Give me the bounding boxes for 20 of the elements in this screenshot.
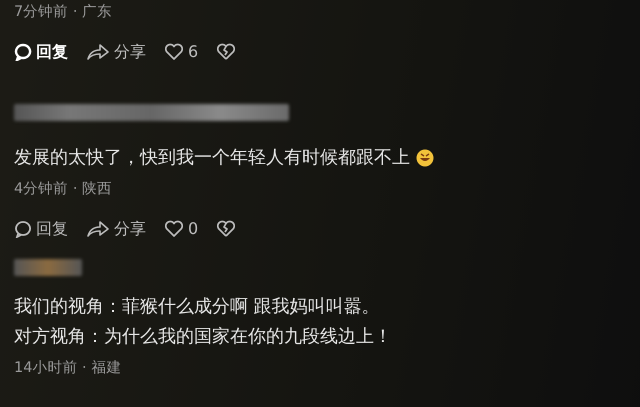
broken-heart-icon[interactable] (216, 43, 236, 61)
comment-meta: 4分钟前 · 陕西 (14, 180, 114, 199)
comment-icon (14, 43, 32, 61)
reply-button[interactable]: 回复 (14, 218, 68, 240)
heart-icon (164, 220, 184, 238)
comment-meta: 7分钟前 · 广东 (14, 2, 114, 22)
share-button[interactable]: 分享 (86, 40, 146, 64)
like-button[interactable]: 0 (164, 217, 198, 241)
share-button[interactable]: 分享 (86, 217, 146, 241)
comment-icon (14, 220, 32, 238)
comment-text: 对方视角：为什么我的国家在你的九段线边上！ (14, 325, 392, 349)
broken-heart-icon[interactable] (216, 220, 236, 238)
reply-button[interactable]: 回复 (14, 42, 68, 62)
heart-icon (164, 43, 184, 61)
share-icon (86, 43, 110, 61)
comment-meta: 14小时前 · 福建 (14, 359, 122, 378)
comment-text: 发展的太快了，快到我一个年轻人有时候都跟不上 (14, 146, 410, 170)
share-icon (86, 220, 110, 238)
comment-text: 我们的视角：菲猴什么成分啊 跟我妈叫叫嚣。 (14, 295, 380, 319)
like-button[interactable]: 6 (164, 40, 198, 64)
